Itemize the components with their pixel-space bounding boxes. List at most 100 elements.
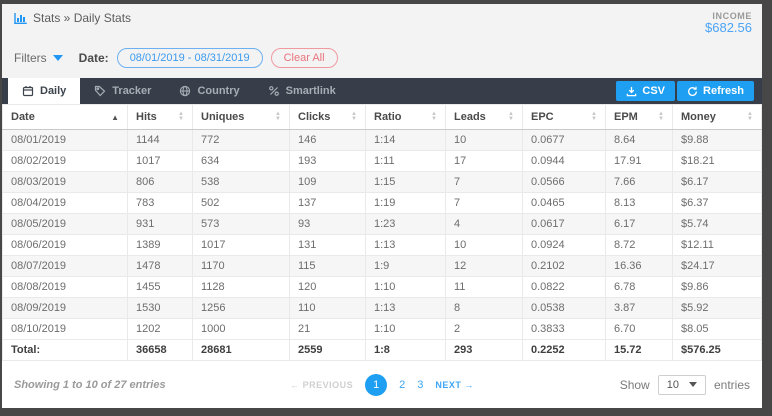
previous-page-button[interactable]: ← PREVIOUS: [290, 380, 353, 390]
cell: 1530: [127, 297, 193, 319]
tab-label: Country: [197, 85, 240, 97]
cell: 0.0465: [522, 192, 606, 214]
total-clicks: 2559: [289, 339, 366, 361]
cell: 0.0924: [522, 234, 606, 256]
tab-bar: Daily Tracker Country Smartlink CSV Refr…: [2, 78, 762, 104]
column-header-date[interactable]: Date ▲: [2, 104, 128, 130]
cell: $24.17: [672, 255, 762, 277]
column-header-money[interactable]: Money ▲ ▼: [672, 104, 762, 130]
showing-entries-text: Showing 1 to 10 of 27 entries: [14, 378, 166, 391]
cell: 0.0944: [522, 150, 606, 172]
column-header-uniques[interactable]: Uniques ▲ ▼: [192, 104, 290, 130]
tab-smartlink[interactable]: Smartlink: [254, 78, 350, 104]
tabbar-spacer: [350, 78, 617, 104]
cell: 1455: [127, 276, 193, 298]
page-size-select[interactable]: 10: [657, 374, 706, 395]
table-row: 08/10/2019 1202 1000 21 1:10 2 0.3833 6.70 $8.05: [2, 318, 762, 340]
cell: 08/07/2019: [2, 255, 128, 277]
cell: 806: [127, 171, 193, 193]
page-button-3[interactable]: 3: [417, 379, 423, 391]
footer-left: Showing 1 to 10 of 27 entries: [14, 379, 290, 391]
table-row: 08/05/2019 931 573 93 1:23 4 0.0617 6.17 $5.74: [2, 213, 762, 235]
cell: 146: [289, 129, 366, 151]
cell: 7: [445, 192, 523, 214]
refresh-button[interactable]: Refresh: [677, 81, 754, 101]
cell: 1017: [192, 234, 290, 256]
tab-daily[interactable]: Daily: [8, 78, 81, 104]
calendar-icon: [22, 85, 34, 97]
cell: $5.92: [672, 297, 762, 319]
cell: $6.37: [672, 192, 762, 214]
cell: 115: [289, 255, 366, 277]
total-leads: 293: [445, 339, 523, 361]
income-widget: INCOME $682.56: [705, 11, 752, 36]
cell: 1128: [192, 276, 290, 298]
sort-icon: ▲ ▼: [658, 111, 664, 122]
footer-right: Show 10 entries: [474, 374, 750, 395]
column-header-ratio[interactable]: Ratio ▲ ▼: [365, 104, 446, 130]
next-page-button[interactable]: NEXT →: [435, 380, 474, 390]
pagination: ← PREVIOUS 1 2 3 NEXT →: [290, 373, 474, 396]
sort-icon: ▲ ▼: [351, 111, 357, 122]
sort-icon: ▲ ▼: [591, 111, 597, 122]
table-row: 08/02/2019 1017 634 193 1:11 17 0.0944 17.91 $18…: [2, 150, 762, 172]
show-label: Show: [619, 377, 650, 392]
page-button-2[interactable]: 2: [399, 379, 405, 391]
cell: 137: [289, 192, 366, 214]
cell: 08/08/2019: [2, 276, 128, 298]
cell: 131: [289, 234, 366, 256]
cell: 0.0538: [522, 297, 606, 319]
table-row: 08/04/2019 783 502 137 1:19 7 0.0465 8.13 $6.37: [2, 192, 762, 214]
stats-panel: Stats » Daily Stats INCOME $682.56 Filte…: [2, 4, 762, 408]
cell: 634: [192, 150, 290, 172]
cell: 109: [289, 171, 366, 193]
cell: $9.86: [672, 276, 762, 298]
tab-label: Tracker: [112, 85, 152, 97]
cell: 1:13: [365, 234, 446, 256]
tab-country[interactable]: Country: [165, 78, 253, 104]
cell: 6.70: [605, 318, 673, 340]
date-filter-label: Date:: [78, 51, 109, 65]
column-header-hits[interactable]: Hits ▲ ▼: [127, 104, 193, 130]
percent-icon: [268, 85, 280, 97]
table-row: 08/03/2019 806 538 109 1:15 7 0.0566 7.66 $6.17: [2, 171, 762, 193]
column-header-epc[interactable]: EPC ▲ ▼: [522, 104, 606, 130]
sort-icon: ▲ ▼: [508, 111, 514, 122]
cell: 08/04/2019: [2, 192, 128, 214]
cell: 4: [445, 213, 523, 235]
cell: 08/05/2019: [2, 213, 128, 235]
clear-all-button[interactable]: Clear All: [270, 48, 338, 68]
cell: 0.0566: [522, 171, 606, 193]
cell: 1202: [127, 318, 193, 340]
cell: 1:10: [365, 276, 446, 298]
bar-chart-icon: [14, 12, 27, 25]
table-header-row: Date ▲ Hits ▲ ▼ Uniques ▲ ▼ Clicks ▲ ▼ Ratio ▲ ▼ …: [2, 104, 762, 130]
cell: 1:19: [365, 192, 446, 214]
cell: $6.17: [672, 171, 762, 193]
csv-button[interactable]: CSV: [616, 81, 676, 101]
column-header-epm[interactable]: EPM ▲ ▼: [605, 104, 673, 130]
filters-toggle[interactable]: Filters: [14, 51, 63, 65]
daily-stats-table: Date ▲ Hits ▲ ▼ Uniques ▲ ▼ Clicks ▲ ▼ Ratio ▲ ▼ …: [2, 104, 762, 361]
page-button-1[interactable]: 1: [365, 373, 388, 396]
caret-down-icon: [688, 382, 697, 387]
tab-tracker[interactable]: Tracker: [80, 78, 165, 104]
column-header-clicks[interactable]: Clicks ▲ ▼: [289, 104, 366, 130]
cell: 17: [445, 150, 523, 172]
table-row: 08/08/2019 1455 1128 120 1:10 11 0.0822 6.78 $9.…: [2, 276, 762, 298]
cell: 931: [127, 213, 193, 235]
cell: 10: [445, 129, 523, 151]
cell: 12: [445, 255, 523, 277]
total-ratio: 1:8: [365, 339, 446, 361]
cell: 538: [192, 171, 290, 193]
sort-icon: ▲ ▼: [747, 111, 753, 122]
cell: 08/09/2019: [2, 297, 128, 319]
date-range-pill[interactable]: 08/01/2019 - 08/31/2019: [116, 48, 263, 68]
column-header-leads[interactable]: Leads ▲ ▼: [445, 104, 523, 130]
cell: 17.91: [605, 150, 673, 172]
table-row: 08/01/2019 1144 772 146 1:14 10 0.0677 8.64 $9.8…: [2, 129, 762, 151]
filters-label: Filters: [14, 51, 47, 65]
sort-icon: ▲ ▼: [275, 111, 281, 122]
cell: 193: [289, 150, 366, 172]
csv-button-label: CSV: [642, 85, 666, 97]
